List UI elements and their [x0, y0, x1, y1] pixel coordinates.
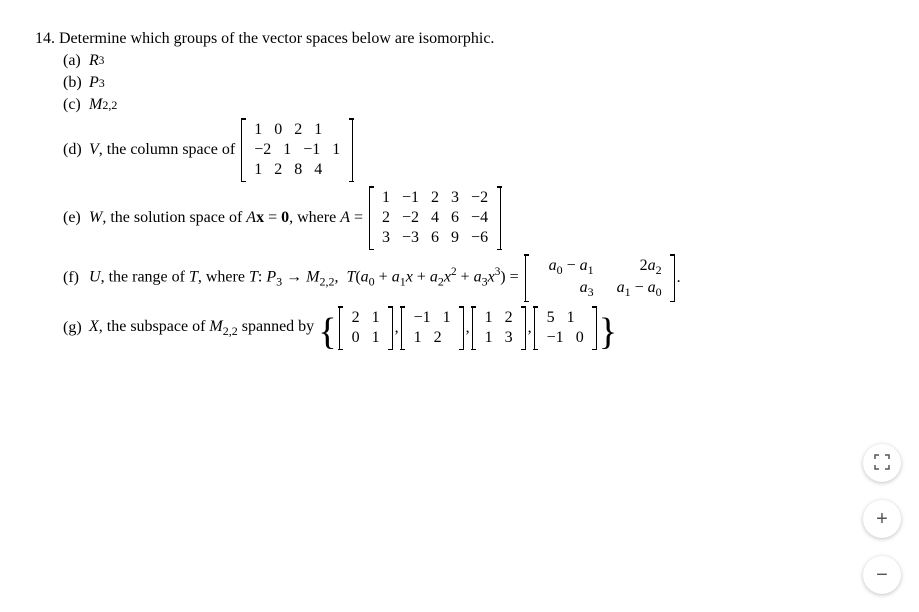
question-text: Determine which groups of the vector spa…: [59, 30, 494, 47]
part-d: (d) V, the column space of 1021 −21−11 1…: [63, 118, 889, 182]
part-g-matrix-1: 21 01: [339, 306, 393, 350]
minus-icon: −: [876, 564, 888, 587]
part-a: (a) R3: [63, 52, 889, 70]
part-b: (b) P3: [63, 74, 889, 92]
fullscreen-button[interactable]: [863, 444, 901, 482]
zoom-out-button[interactable]: −: [863, 556, 901, 594]
part-c-sub: 2,2: [102, 98, 117, 113]
plus-icon: +: [876, 508, 888, 531]
part-g-matrix-4: 51 −10: [534, 306, 597, 350]
part-e-prefix: W, the solution space of Ax = 0, where A…: [89, 209, 367, 227]
part-e: (e) W, the solution space of Ax = 0, whe…: [63, 186, 889, 250]
part-g: (g) X, the subspace of M2,2 spanned by {…: [63, 306, 889, 350]
zoom-in-button[interactable]: +: [863, 500, 901, 538]
part-b-symbol: P: [89, 74, 99, 92]
part-e-matrix: 1−123−2 2−246−4 3−369−6: [369, 186, 501, 250]
viewer-controls: + −: [863, 444, 901, 594]
fullscreen-icon: [874, 454, 890, 473]
part-f-label: (f): [63, 269, 89, 287]
part-a-label: (a): [63, 52, 89, 70]
part-f-matrix: a0 − a12a2 a3a1 − a0: [525, 254, 675, 302]
question-prompt: 14. Determine which groups of the vector…: [35, 30, 889, 48]
part-c-label: (c): [63, 96, 89, 114]
part-g-matrix-3: 12 13: [472, 306, 526, 350]
part-a-symbol: R: [89, 52, 99, 70]
part-c-symbol: M: [89, 96, 102, 114]
part-d-label: (d): [63, 141, 89, 159]
part-f: (f) U, the range of T, where T: P3 → M2,…: [63, 254, 889, 302]
part-a-sup: 3: [99, 55, 105, 67]
part-d-prefix: V, the column space of: [89, 141, 239, 159]
part-f-suffix: .: [677, 269, 681, 287]
part-g-label: (g): [63, 319, 89, 337]
part-g-matrix-2: −11 12: [401, 306, 464, 350]
part-b-label: (b): [63, 74, 89, 92]
part-d-matrix: 1021 −21−11 1284: [241, 118, 353, 182]
part-c: (c) M2,2: [63, 96, 889, 114]
question-number: 14.: [35, 30, 55, 47]
part-e-label: (e): [63, 209, 89, 227]
part-f-text: U, the range of T, where T: P3 → M2,2, T…: [89, 266, 523, 290]
part-g-prefix: X, the subspace of M2,2 spanned by: [89, 318, 318, 339]
part-b-sub: 3: [99, 76, 105, 91]
problem-content: 14. Determine which groups of the vector…: [0, 0, 919, 384]
